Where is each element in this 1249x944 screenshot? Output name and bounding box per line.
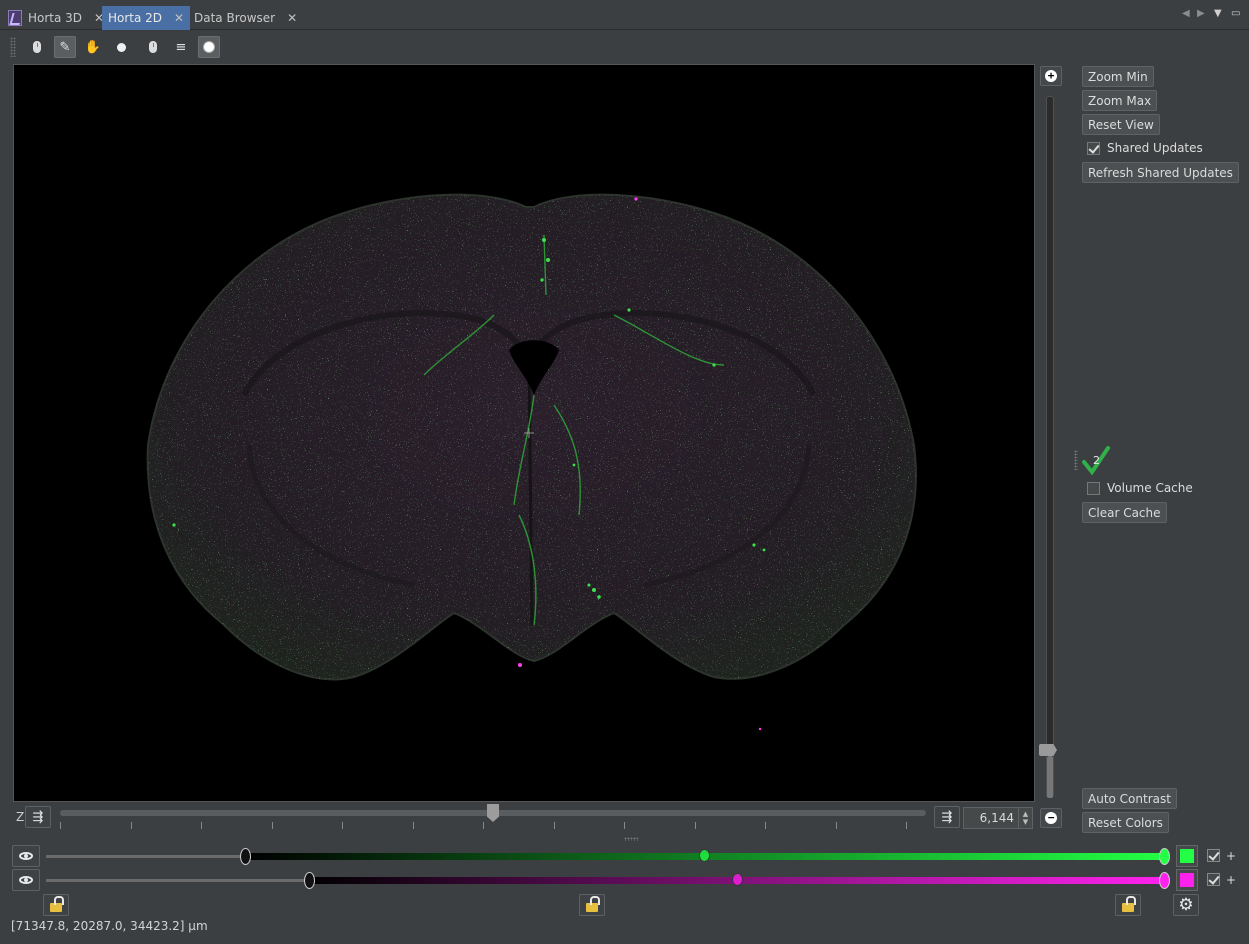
scroll-right-icon[interactable]: ▶ [1197,8,1205,19]
load-status-indicator: 2 [1082,446,1116,476]
channel-1-max-handle[interactable] [1159,848,1171,865]
checkbox-box[interactable] [1087,141,1100,155]
load-count: 2 [1093,454,1100,467]
eye-icon [19,852,33,860]
lock-min-button[interactable] [43,894,69,916]
z-value-spinner[interactable]: 6,144 ▲ ▼ [963,807,1033,829]
refresh-shared-updates-button[interactable]: Refresh Shared Updates [1082,162,1239,183]
color-fill [1180,849,1194,863]
channel-1-add[interactable]: + [1226,849,1236,863]
close-icon[interactable]: ✕ [174,11,184,25]
channel-1-checkbox[interactable] [1207,849,1220,862]
maximize-icon[interactable]: ▭ [1231,8,1240,19]
tab-bar: Horta 3D ✕ Horta 2D ✕ Data Browser ✕ ◀ ▶… [0,0,1249,30]
split-pane-grip[interactable] [624,837,638,841]
checkbox-box[interactable] [1087,481,1100,495]
panel-divider-grip[interactable] [1074,450,1078,470]
eye-icon [19,876,33,884]
zoom-slider-thumb[interactable] [1039,744,1057,756]
unlock-icon [50,896,64,912]
zoom-in-icon: + [1045,70,1057,82]
channel-2-color-swatch[interactable] [1176,869,1198,891]
cursor-coordinates: [71347.8, 20287.0, 34423.2] μm [11,919,208,933]
z-slider-tick [201,822,202,829]
clear-cache-button[interactable]: Clear Cache [1082,502,1167,523]
channel-2-gamma-handle[interactable] [732,873,744,886]
zoom-in-button[interactable]: + [1040,66,1062,86]
color-fill [1180,873,1194,887]
zoom-min-button[interactable]: Zoom Min [1082,66,1154,87]
zoom-out-icon: − [1045,812,1057,824]
tab-list-dropdown-icon[interactable]: ▼ [1214,8,1222,19]
channel-1-color-swatch[interactable] [1176,845,1198,867]
tab-horta-2d[interactable]: Horta 2D ✕ [102,6,191,30]
image-viewer[interactable] [13,64,1035,802]
mouse-mode-icon[interactable] [142,36,164,58]
lock-max-button[interactable] [1115,894,1141,916]
channel-2-max-handle[interactable] [1159,872,1171,889]
shared-updates-checkbox[interactable]: Shared Updates [1087,141,1203,155]
play-reverse-icon: ⇶ [32,809,44,825]
settings-button[interactable]: ⚙ [1173,894,1199,916]
unlock-icon [586,896,600,912]
spinner-arrows-icon[interactable]: ▲ ▼ [1018,808,1032,828]
z-value[interactable]: 6,144 [964,811,1018,825]
tab-label: Horta 2D [108,11,163,25]
toolbar-grip[interactable] [10,37,16,57]
z-slider-tick [906,822,907,829]
channel-2-visibility-button[interactable] [12,869,40,891]
z-slider-tick [412,822,414,829]
zoom-slider-track[interactable] [1046,96,1054,798]
unlock-icon [1122,896,1136,912]
mouse-mode-icon[interactable] [26,36,48,58]
z-slider-tick [553,822,555,829]
z-slider-tick [765,822,766,829]
app-logo-icon [8,10,22,26]
tab-data-browser[interactable]: Data Browser ✕ [188,6,303,30]
reset-colors-button[interactable]: Reset Colors [1082,812,1169,833]
layers-icon[interactable]: ≡ [170,36,192,58]
lock-gamma-button[interactable] [579,894,605,916]
z-slider-tick [694,822,696,829]
channel-2-min-handle[interactable] [304,872,316,889]
tab-label: Data Browser [194,11,276,25]
z-axis-label: Z [16,810,25,824]
close-icon[interactable]: ✕ [287,11,297,25]
scroll-left-icon[interactable]: ◀ [1182,8,1190,19]
z-slider-tick [624,822,625,829]
shared-updates-label: Shared Updates [1107,141,1203,155]
zoom-max-button[interactable]: Zoom Max [1082,90,1158,111]
z-slider-tick [342,822,343,829]
zoom-tool-icon[interactable] [110,36,132,58]
channel-2-add[interactable]: + [1226,873,1236,887]
volume-cache-label: Volume Cache [1107,481,1193,495]
channel-1-visibility-button[interactable] [12,845,40,867]
auto-contrast-button[interactable]: Auto Contrast [1082,788,1177,809]
zoom-slider-fill [1047,756,1053,798]
tab-label: Horta 3D [28,11,83,25]
tab-horta-3d[interactable]: Horta 3D ✕ [2,6,110,30]
pan-hand-icon[interactable]: ✋ [82,36,104,58]
circle-tool-icon[interactable] [198,36,220,58]
gear-icon: ⚙ [1178,895,1194,915]
pen-tool-icon[interactable]: ✎ [54,36,76,58]
z-slider-tick [130,822,132,829]
volume-cache-checkbox[interactable]: Volume Cache [1087,481,1193,495]
channel-1-min-handle[interactable] [239,848,251,865]
z-slider-thumb[interactable] [487,804,499,822]
z-play-forward-button[interactable]: ⇶ [934,806,960,828]
play-forward-icon: ⇶ [941,809,953,825]
z-slider-tick [483,822,484,829]
tool-bar: ✎ ✋ ≡ [10,35,226,59]
zoom-out-button[interactable]: − [1040,808,1062,828]
z-slider-tick [271,822,273,829]
channel-2-checkbox[interactable] [1207,873,1220,886]
brain-section-image [14,65,1034,801]
z-slider-tick [835,822,837,829]
z-play-button[interactable]: ⇶ [25,806,51,828]
z-slider-tick [60,822,61,829]
channel-1-gamma-handle[interactable] [698,849,710,862]
reset-view-button[interactable]: Reset View [1082,114,1160,135]
